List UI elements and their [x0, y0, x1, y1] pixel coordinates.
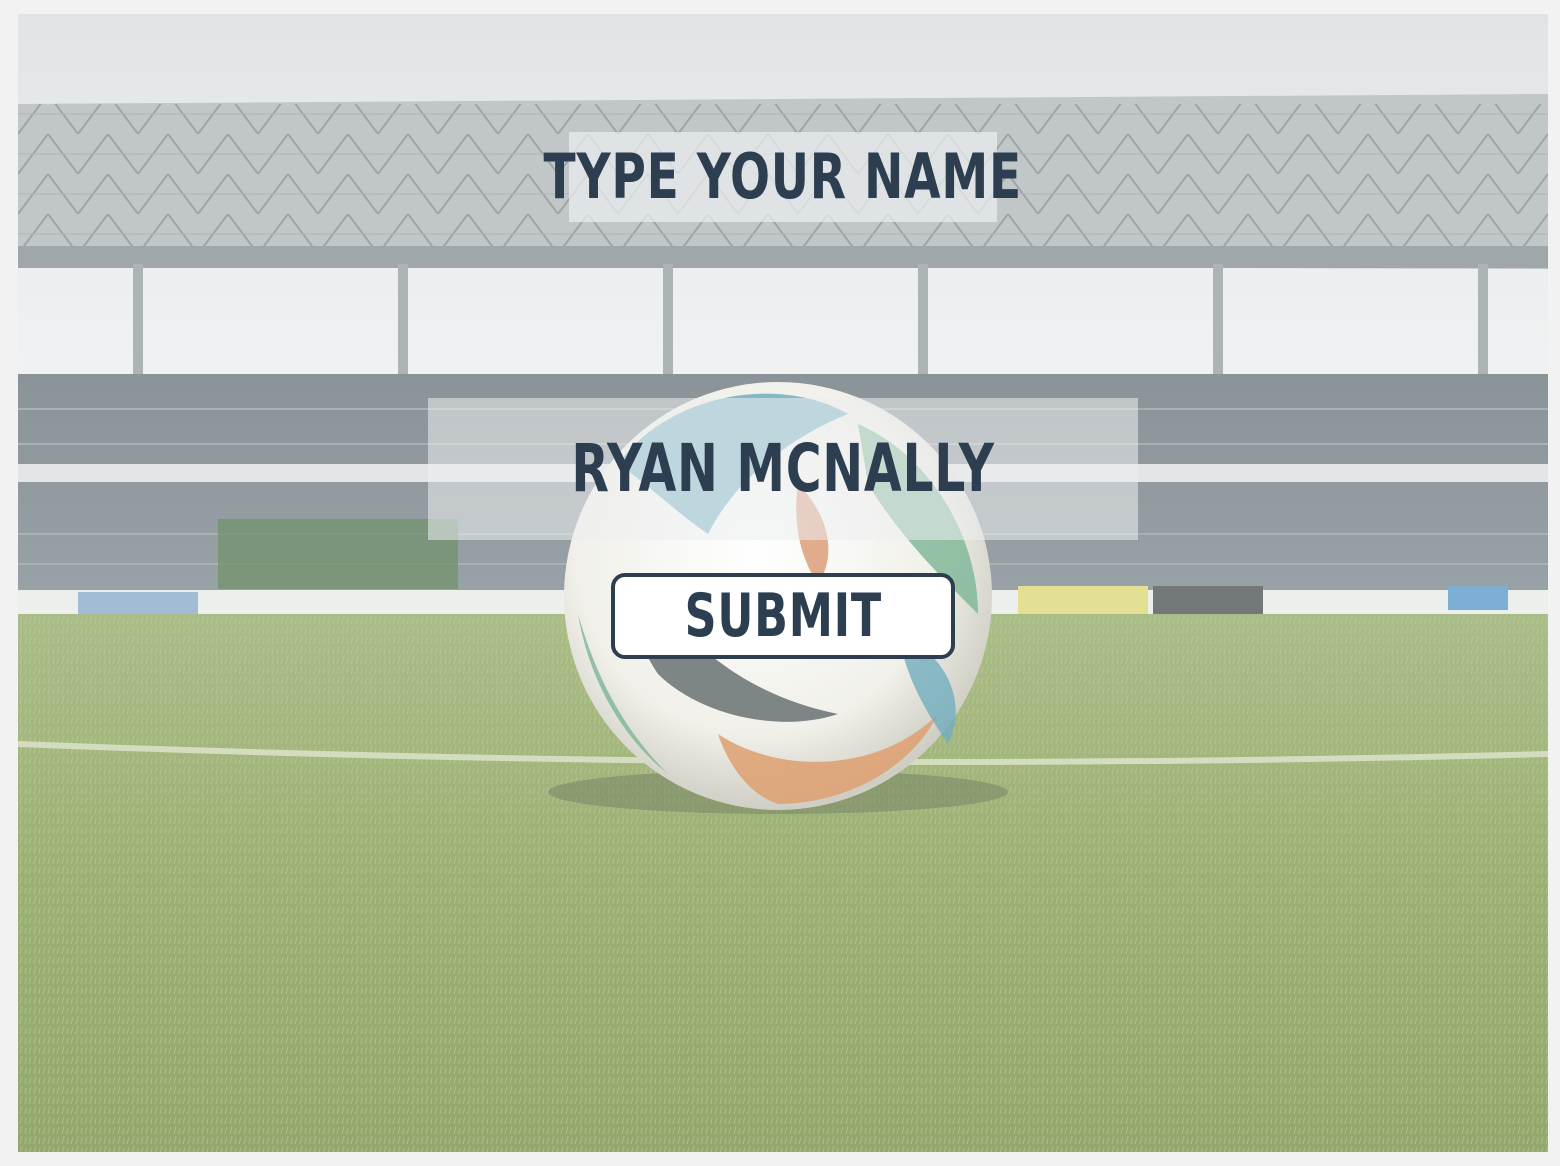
submit-button[interactable]: SUBMIT [611, 573, 955, 659]
name-input[interactable]: RYAN MCNALLY [428, 398, 1138, 540]
submit-button-label: SUBMIT [684, 581, 882, 651]
name-input-value: RYAN MCNALLY [571, 430, 995, 507]
page-frame: TYPE YOUR NAME RYAN MCNALLY SUBMIT [18, 14, 1548, 1152]
page-title: TYPE YOUR NAME [543, 140, 1023, 213]
title-banner: TYPE YOUR NAME [544, 132, 1021, 222]
